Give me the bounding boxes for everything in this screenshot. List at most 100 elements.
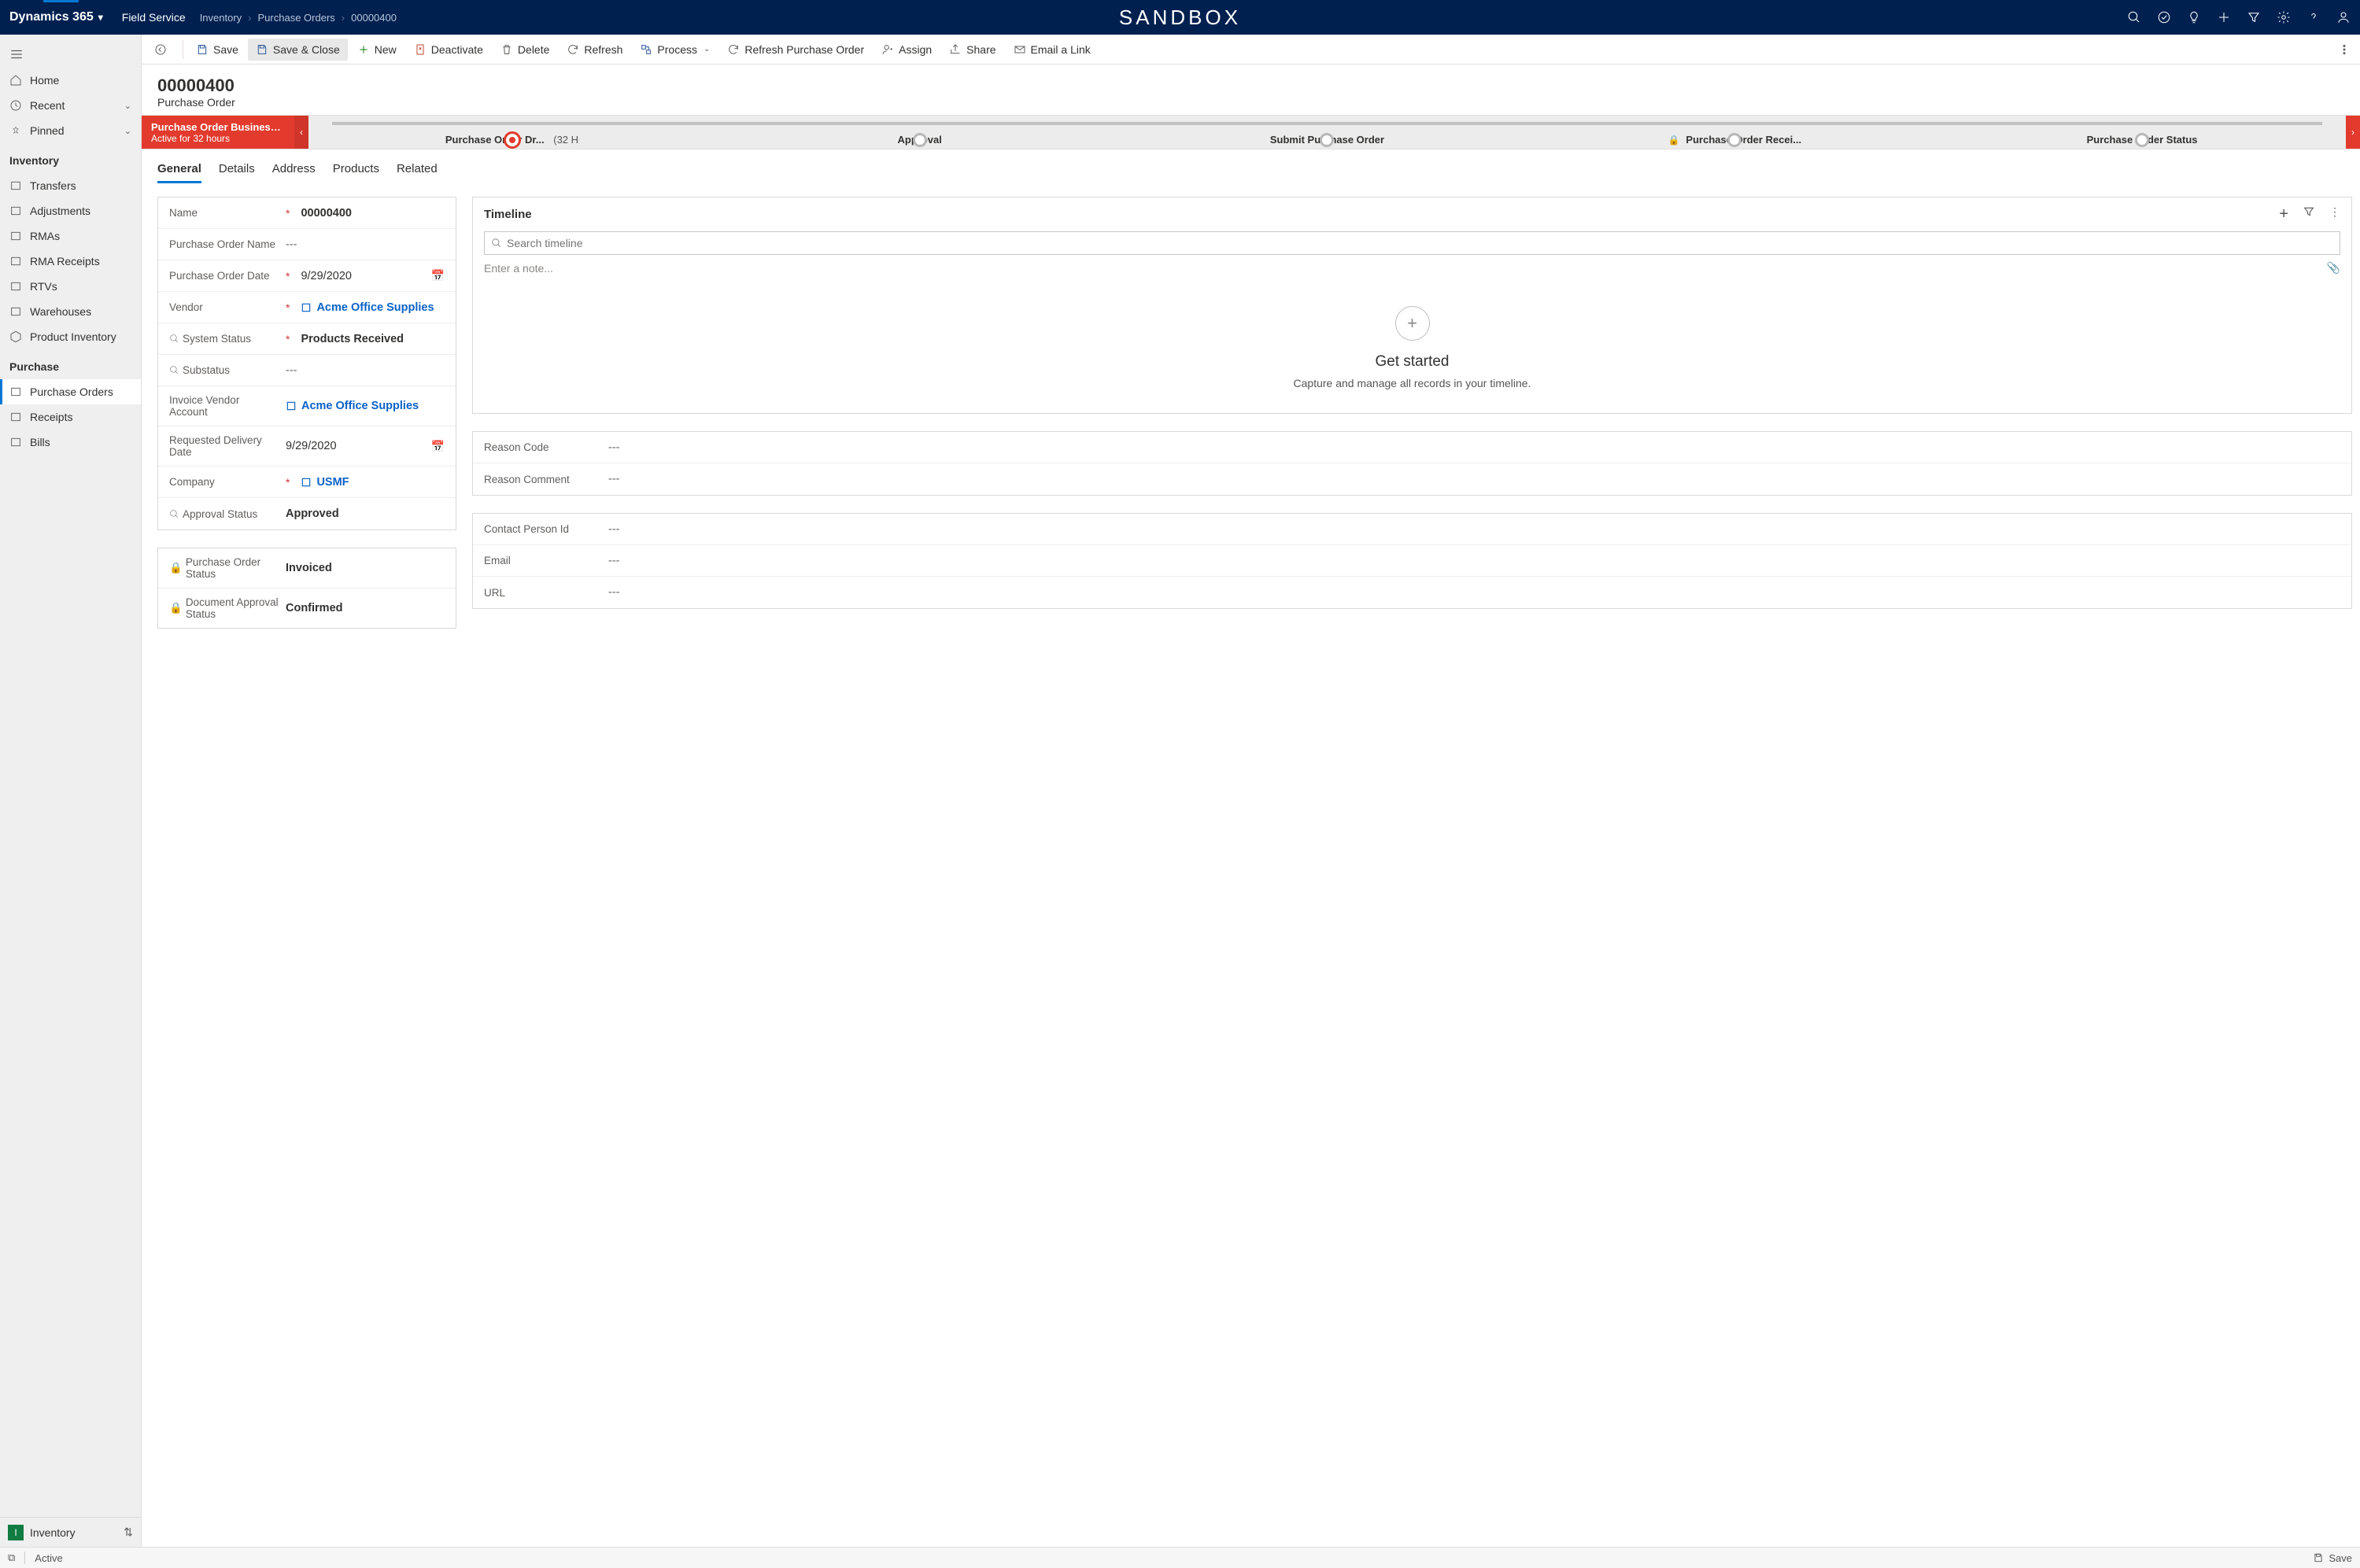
crumb-2[interactable]: 00000400: [351, 12, 397, 24]
field-value: ---: [608, 586, 2340, 599]
app-name[interactable]: Field Service: [122, 11, 186, 24]
field-approval-status[interactable]: Approval Status Approved: [158, 498, 456, 529]
form-tabs: General Details Address Products Related: [142, 149, 2360, 184]
field-vendor[interactable]: Vendor* Acme Office Supplies: [158, 292, 456, 323]
refresh-po-button[interactable]: Refresh Purchase Order: [719, 39, 872, 61]
crumb-0[interactable]: Inventory: [200, 12, 242, 24]
user-icon[interactable]: [2335, 9, 2352, 26]
field-reason-code[interactable]: Reason Code ---: [473, 432, 2351, 463]
field-label: Document Approval Status: [186, 596, 279, 620]
nav-recent[interactable]: Recent ⌄: [0, 93, 141, 118]
timeline-search-input[interactable]: [507, 237, 2333, 249]
new-button[interactable]: New: [349, 39, 404, 61]
field-doc-approval[interactable]: 🔒Document Approval Status Confirmed: [158, 588, 456, 628]
calendar-icon[interactable]: 📅: [431, 440, 445, 453]
plus-icon[interactable]: [2215, 9, 2233, 26]
nav-label: Bills: [30, 436, 50, 448]
sitemap-switcher[interactable]: I Inventory ⇅: [0, 1517, 141, 1547]
stage-draft[interactable]: Purchase Order Dr... (32 Hrs): [308, 134, 716, 146]
nav-receipts[interactable]: Receipts: [0, 404, 141, 430]
group-title: Inventory: [9, 154, 59, 167]
search-icon[interactable]: [2125, 9, 2143, 26]
contact-card: Contact Person Id --- Email --- URL ---: [472, 513, 2352, 609]
field-substatus[interactable]: Substatus ---: [158, 355, 456, 386]
deactivate-button[interactable]: Deactivate: [406, 39, 491, 61]
field-reason-comment[interactable]: Reason Comment ---: [473, 463, 2351, 495]
footer-save-button[interactable]: Save: [2313, 1552, 2352, 1564]
field-value: 9/29/2020: [301, 270, 424, 282]
field-system-status[interactable]: System Status* Products Received: [158, 323, 456, 355]
timeline-filter-button[interactable]: [2303, 205, 2315, 223]
delete-button[interactable]: Delete: [493, 39, 557, 61]
timeline-note-input[interactable]: Enter a note... 📎: [484, 261, 2340, 275]
help-icon[interactable]: [2305, 9, 2322, 26]
field-po-status[interactable]: 🔒Purchase Order Status Invoiced: [158, 548, 456, 588]
stage-approval[interactable]: Approval: [716, 134, 1124, 146]
field-value: ---: [608, 523, 2340, 536]
record-type: Purchase Order: [157, 96, 2344, 109]
nav-label: Recent: [30, 99, 65, 112]
footer-popout-icon[interactable]: ⧉: [8, 1551, 15, 1564]
gear-icon[interactable]: [2275, 9, 2292, 26]
field-label: Requested Delivery Date: [169, 434, 279, 458]
paperclip-icon[interactable]: 📎: [2327, 261, 2340, 275]
nav-adjustments[interactable]: Adjustments: [0, 198, 141, 223]
task-icon[interactable]: [2155, 9, 2173, 26]
refresh-button[interactable]: Refresh: [559, 39, 630, 61]
field-po-date[interactable]: Purchase Order Date* 9/29/2020 📅: [158, 260, 456, 292]
timeline-empty-add[interactable]: +: [1395, 306, 1430, 341]
email-link-button[interactable]: Email a Link: [1006, 39, 1099, 61]
lock-icon: 🔒: [169, 562, 183, 574]
calendar-icon[interactable]: 📅: [431, 269, 445, 282]
hamburger-button[interactable]: [0, 35, 141, 68]
field-company[interactable]: Company* USMF: [158, 467, 456, 498]
tab-related[interactable]: Related: [397, 157, 438, 183]
nav-home[interactable]: Home: [0, 68, 141, 93]
tab-products[interactable]: Products: [333, 157, 379, 183]
nav-product-inventory[interactable]: Product Inventory: [0, 324, 141, 349]
nav-purchase-orders[interactable]: Purchase Orders: [0, 379, 141, 404]
timeline-add-button[interactable]: +: [2279, 205, 2288, 223]
field-req-delivery[interactable]: Requested Delivery Date 9/29/2020 📅: [158, 426, 456, 467]
field-name[interactable]: Name* 00000400: [158, 197, 456, 229]
crumb-1[interactable]: Purchase Orders: [258, 12, 335, 24]
process-button[interactable]: Process⌄: [632, 39, 718, 61]
back-button[interactable]: [148, 39, 173, 61]
process-next-button[interactable]: ›: [2346, 116, 2360, 149]
field-email[interactable]: Email ---: [473, 545, 2351, 577]
share-button[interactable]: Share: [941, 39, 1003, 61]
field-url[interactable]: URL ---: [473, 577, 2351, 608]
nav-pinned[interactable]: Pinned ⌄: [0, 118, 141, 143]
stage-receive[interactable]: 🔒Purchase Order Recei...: [1531, 134, 1938, 146]
overflow-button[interactable]: [2335, 39, 2354, 61]
nav-transfers[interactable]: Transfers: [0, 173, 141, 198]
lightbulb-icon[interactable]: [2185, 9, 2203, 26]
nav-bills[interactable]: Bills: [0, 430, 141, 455]
save-button[interactable]: Save: [188, 39, 246, 61]
tab-details[interactable]: Details: [219, 157, 255, 183]
timeline-overflow-button[interactable]: ⋮: [2329, 205, 2340, 223]
chevron-down-icon: ▾: [98, 12, 103, 23]
nav-warehouses[interactable]: Warehouses: [0, 299, 141, 324]
stage-submit[interactable]: Submit Purchase Order: [1124, 134, 1531, 146]
assign-button[interactable]: Assign: [873, 39, 940, 61]
field-value: ---: [286, 238, 445, 251]
save-close-button[interactable]: Save & Close: [248, 39, 348, 61]
filter-icon[interactable]: [2245, 9, 2262, 26]
timeline-msg: Capture and manage all records in your t…: [484, 377, 2340, 389]
nav-rmas[interactable]: RMAs: [0, 223, 141, 249]
nav-rtvs[interactable]: RTVs: [0, 274, 141, 299]
field-contact-person[interactable]: Contact Person Id ---: [473, 514, 2351, 545]
field-label: Email: [484, 555, 602, 566]
tab-address[interactable]: Address: [272, 157, 316, 183]
timeline-search[interactable]: [484, 231, 2340, 255]
tab-general[interactable]: General: [157, 157, 201, 183]
field-value: 00000400: [301, 207, 445, 220]
process-prev-button[interactable]: ‹: [294, 116, 308, 149]
stage-status[interactable]: Purchase Order Status: [1938, 134, 2346, 146]
field-invoice-vendor[interactable]: Invoice Vendor Account Acme Office Suppl…: [158, 386, 456, 426]
nav-rma-receipts[interactable]: RMA Receipts: [0, 249, 141, 274]
process-name-box[interactable]: Purchase Order Business ... Active for 3…: [142, 116, 294, 149]
field-po-name[interactable]: Purchase Order Name ---: [158, 229, 456, 260]
brand[interactable]: Dynamics 365 ▾: [9, 10, 103, 24]
